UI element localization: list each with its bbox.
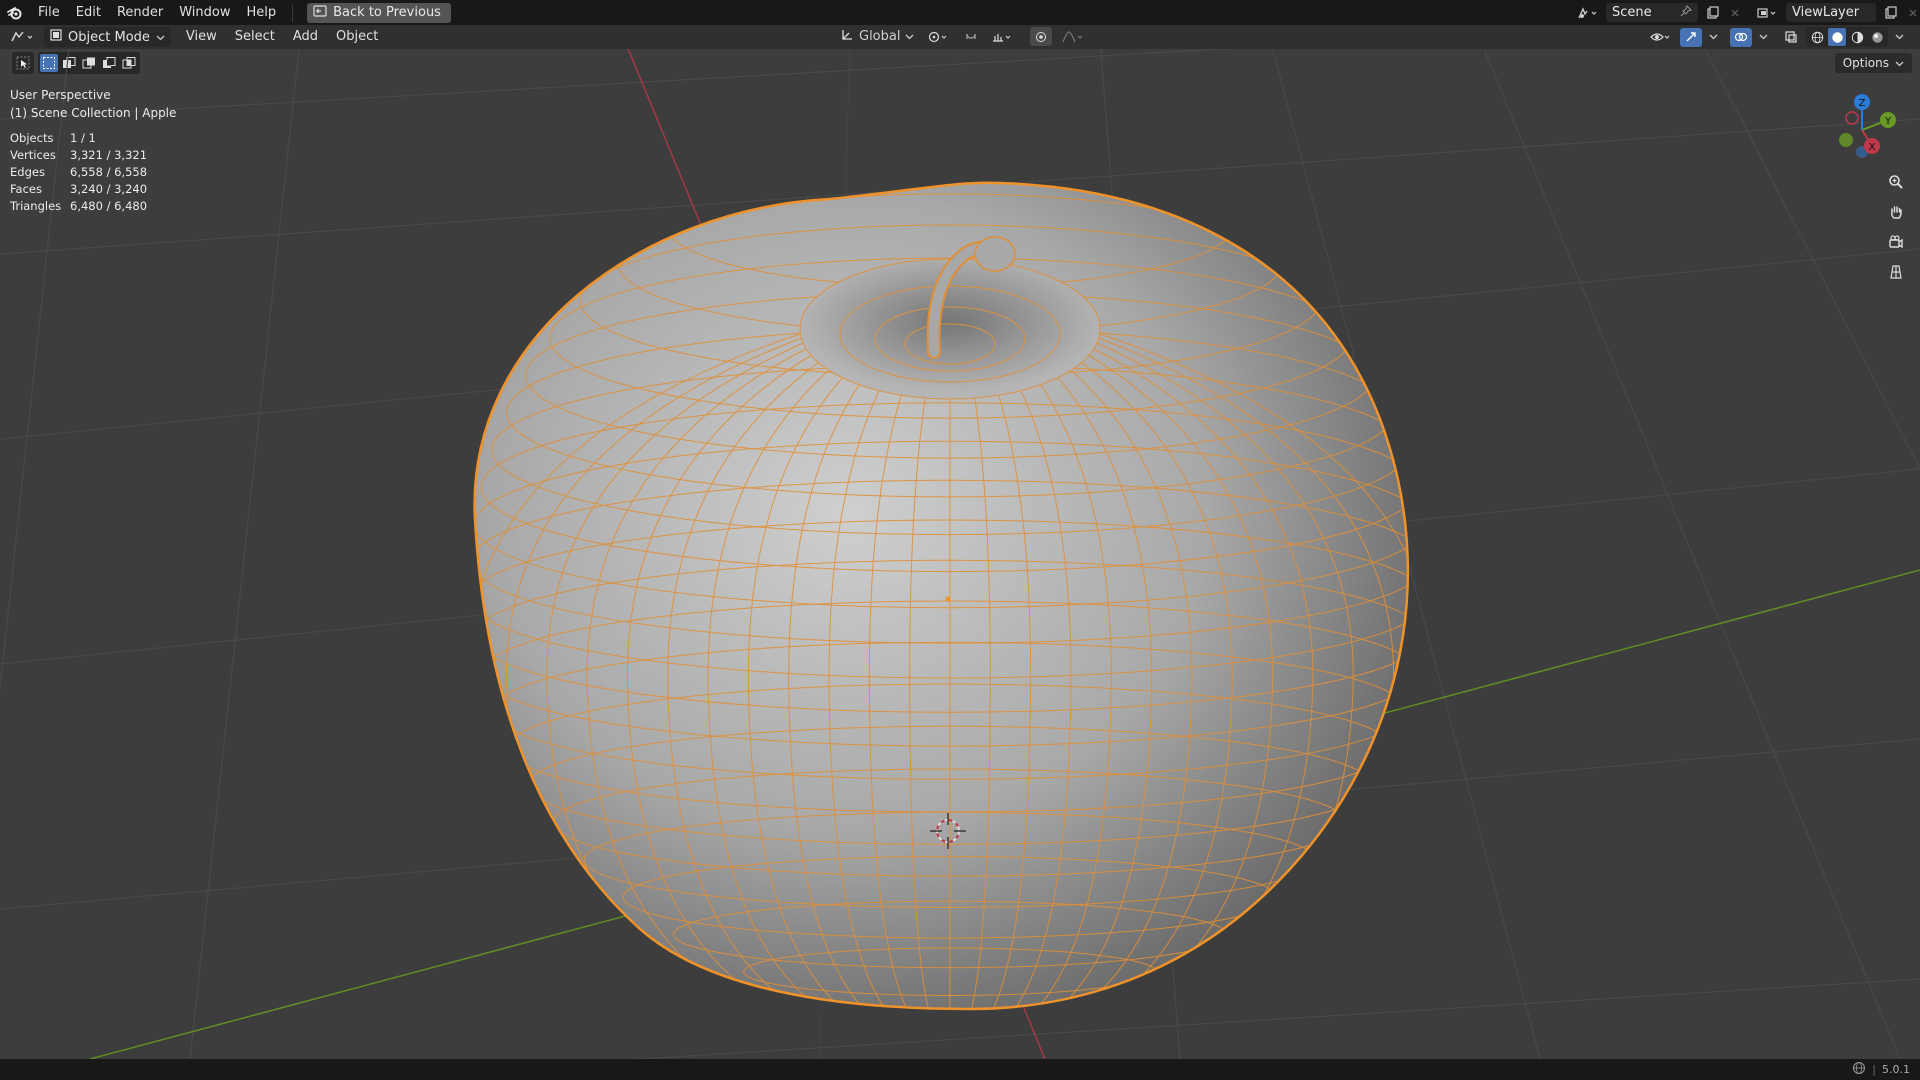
menu-window[interactable]: Window xyxy=(171,0,238,25)
view-layer-field[interactable]: ViewLayer xyxy=(1786,3,1876,22)
zoom-icon[interactable] xyxy=(1884,170,1908,194)
rendered-shading-icon[interactable] xyxy=(1868,28,1886,46)
transform-orientation-dropdown[interactable]: Global xyxy=(836,27,918,46)
new-scene-icon[interactable] xyxy=(1702,3,1724,22)
chevron-down-icon[interactable] xyxy=(1706,28,1720,47)
stats-value: 6,558 / 6,558 xyxy=(70,165,148,179)
gizmo-toggle-icon[interactable] xyxy=(1680,27,1702,47)
new-view-layer-icon[interactable] xyxy=(1880,3,1902,22)
stats-key: Objects xyxy=(10,131,54,145)
chevron-down-icon[interactable] xyxy=(1756,28,1770,47)
status-bar: | 5.0.1 xyxy=(0,1059,1920,1080)
version-label: 5.0.1 xyxy=(1882,1063,1910,1076)
status-separator: | xyxy=(1872,1063,1876,1076)
view-layer-name: ViewLayer xyxy=(1792,5,1860,20)
stats-key: Triangles xyxy=(10,199,62,213)
collection-label: (1) Scene Collection | Apple xyxy=(10,106,177,120)
orientation-icon xyxy=(840,28,854,46)
gizmo-y-label: Y xyxy=(1884,116,1892,127)
stats-row: Edges 6,558 / 6,558 xyxy=(10,164,147,181)
editor-type-icon[interactable] xyxy=(6,28,40,47)
network-icon xyxy=(1852,1061,1866,1078)
viewport-display-tools xyxy=(1646,27,1906,47)
object-mode-dropdown[interactable]: Object Mode xyxy=(44,27,171,47)
stats-key: Vertices xyxy=(10,148,56,162)
transform-tools: Global xyxy=(836,27,1088,46)
gizmo-neg-y[interactable] xyxy=(1839,133,1853,147)
stats-value: 1 / 1 xyxy=(70,131,96,145)
solid-shading-icon[interactable] xyxy=(1828,28,1846,46)
menu-render[interactable]: Render xyxy=(109,0,171,25)
scene-statistics: Objects 1 / 1 Vertices 3,321 / 3,321 Edges… xyxy=(10,130,147,215)
pan-hand-icon[interactable] xyxy=(1884,200,1908,224)
scene-name-field[interactable]: Scene xyxy=(1606,3,1698,22)
gizmo-x-label: X xyxy=(1869,142,1876,153)
3d-viewport[interactable] xyxy=(0,49,1920,1059)
menu-select[interactable]: Select xyxy=(226,25,284,49)
stats-row: Faces 3,240 / 3,240 xyxy=(10,181,147,198)
divider xyxy=(292,3,294,22)
chevron-down-icon xyxy=(905,29,914,44)
menu-file[interactable]: File xyxy=(30,0,68,25)
proportional-editing-icon[interactable] xyxy=(1030,27,1053,46)
back-icon xyxy=(313,4,327,21)
overlays-toggle-icon[interactable] xyxy=(1730,27,1752,47)
visibility-icon[interactable] xyxy=(1646,28,1676,47)
falloff-icon[interactable] xyxy=(1058,27,1088,46)
stats-row: Objects 1 / 1 xyxy=(10,130,147,147)
chevron-down-icon[interactable] xyxy=(1892,28,1906,47)
gizmo-z-label: Z xyxy=(1859,98,1866,109)
stats-value: 6,480 / 6,480 xyxy=(70,199,148,213)
shading-mode-group xyxy=(1806,27,1888,47)
scene-controls: Scene ViewLayer xyxy=(1572,0,1920,25)
view-layer-browse-icon[interactable] xyxy=(1752,3,1782,22)
pivot-point-icon[interactable] xyxy=(924,27,954,46)
viewport-info: User Perspective (1) Scene Collection | … xyxy=(10,86,176,122)
object-mode-label: Object Mode xyxy=(68,29,150,45)
object-origin xyxy=(945,596,951,602)
perspective-grid-icon[interactable] xyxy=(1884,260,1908,284)
stats-key: Faces xyxy=(10,182,42,196)
camera-view-icon[interactable] xyxy=(1884,230,1908,254)
object-mode-icon xyxy=(50,29,62,45)
scene-browse-icon[interactable] xyxy=(1572,3,1602,22)
menu-edit[interactable]: Edit xyxy=(68,0,109,25)
menu-view[interactable]: View xyxy=(177,25,226,49)
stats-value: 3,240 / 3,240 xyxy=(70,182,148,196)
back-to-previous-label: Back to Previous xyxy=(333,5,441,20)
gizmo-neg-x[interactable] xyxy=(1845,111,1859,125)
scene-name: Scene xyxy=(1612,5,1652,20)
delete-scene-icon[interactable] xyxy=(1728,3,1742,22)
stats-row: Vertices 3,321 / 3,321 xyxy=(10,147,147,164)
pin-icon[interactable] xyxy=(1680,4,1692,21)
menu-help[interactable]: Help xyxy=(239,0,285,25)
material-preview-icon[interactable] xyxy=(1848,28,1866,46)
chevron-down-icon xyxy=(156,30,165,45)
transform-orientation-label: Global xyxy=(859,29,901,44)
menu-add[interactable]: Add xyxy=(284,25,327,49)
stats-key: Edges xyxy=(10,165,45,179)
xray-toggle-icon[interactable] xyxy=(1780,28,1802,47)
viewport-navigation xyxy=(1884,170,1908,284)
menu-object[interactable]: Object xyxy=(327,25,387,49)
navigation-gizmo[interactable]: Z Y X xyxy=(1822,90,1902,170)
top-bar: File Edit Render Window Help Back to Pre… xyxy=(0,0,1920,25)
delete-view-layer-icon[interactable] xyxy=(1906,3,1920,22)
wireframe-shading-icon[interactable] xyxy=(1808,28,1826,46)
snap-toggle-icon[interactable] xyxy=(960,27,982,46)
snap-target-icon[interactable] xyxy=(988,27,1018,46)
apple-mesh[interactable] xyxy=(466,165,1434,1011)
perspective-label: User Perspective xyxy=(10,88,111,102)
stats-value: 3,321 / 3,321 xyxy=(70,148,148,162)
stats-row: Triangles 6,480 / 6,480 xyxy=(10,198,147,215)
back-to-previous-button[interactable]: Back to Previous xyxy=(307,2,451,23)
blender-logo-icon[interactable] xyxy=(0,0,30,25)
